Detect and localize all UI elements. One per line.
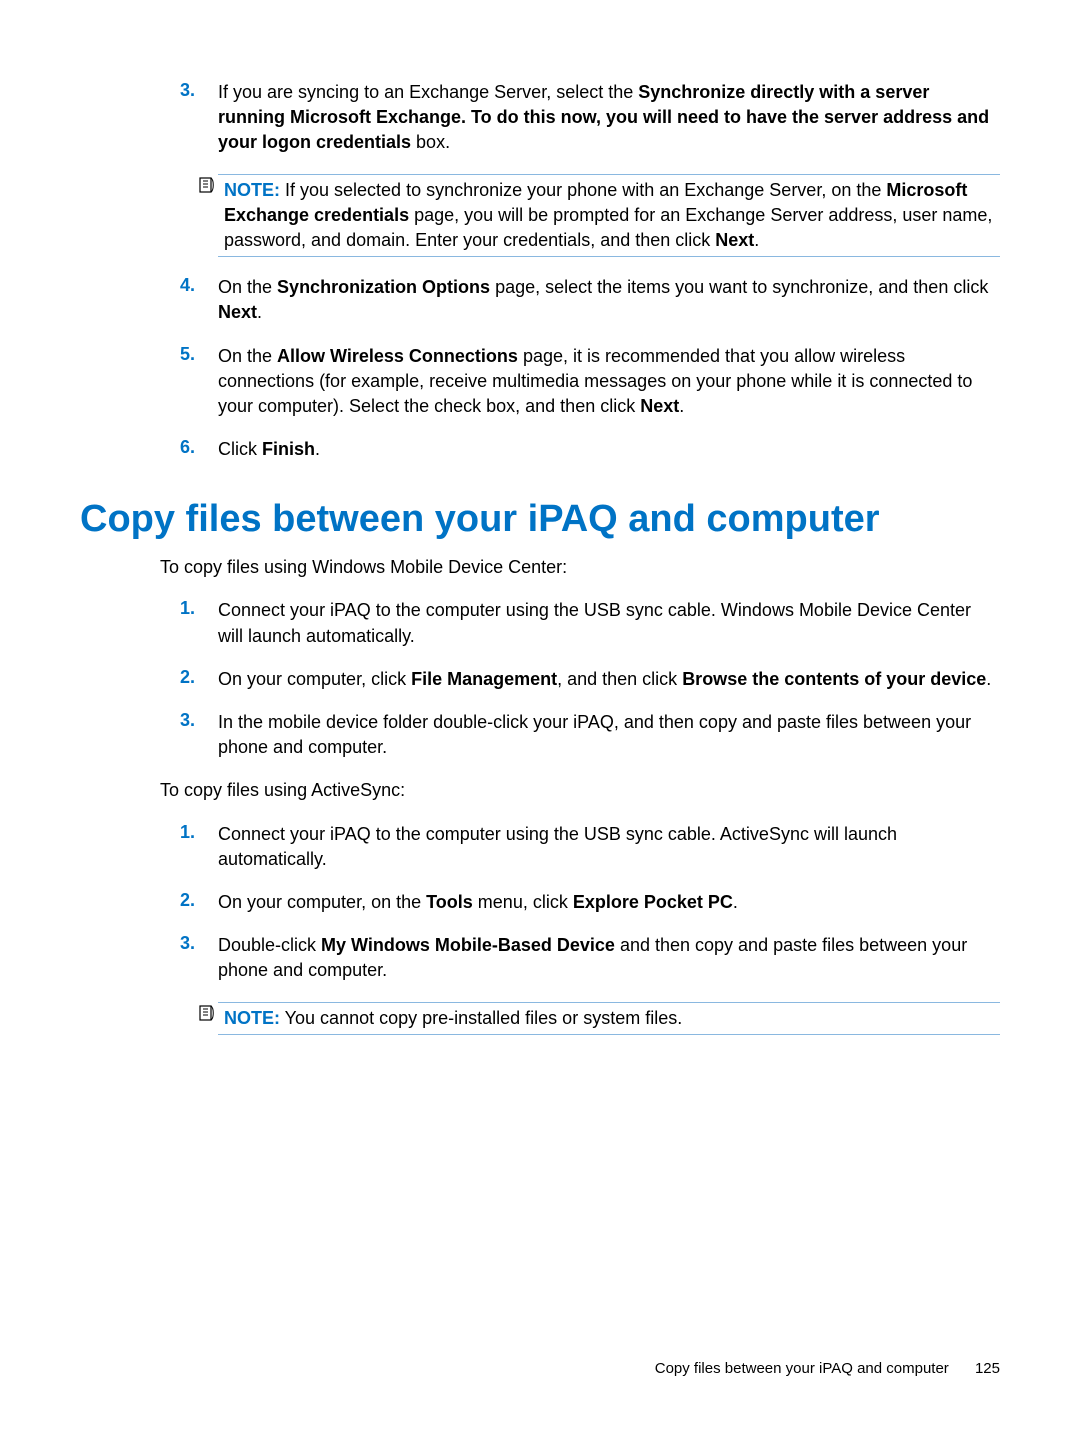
note-body: NOTE: You cannot copy pre-installed file… [218,1002,1000,1035]
footer-text: Copy files between your iPAQ and compute… [655,1360,949,1377]
list-text: Connect your iPAQ to the computer using … [218,598,1000,648]
step-a-3: 3. If you are syncing to an Exchange Ser… [180,80,1000,156]
step-a-6: 6. Click Finish. [180,437,1000,462]
list-text: On the Synchronization Options page, sel… [218,275,1000,325]
section-heading: Copy files between your iPAQ and compute… [80,498,1000,541]
note-icon [198,174,218,258]
list-text: Click Finish. [218,437,320,462]
list-number: 4. [180,275,218,325]
list-text: In the mobile device folder double-click… [218,710,1000,760]
page-footer: Copy files between your iPAQ and compute… [655,1360,1000,1377]
note-icon [198,1002,218,1035]
step-b-1: 1. Connect your iPAQ to the computer usi… [180,598,1000,648]
list-number: 2. [180,667,218,692]
step-b-2: 2. On your computer, click File Manageme… [180,667,1000,692]
list-text: On your computer, click File Management,… [218,667,991,692]
list-number: 3. [180,933,218,983]
list-number: 3. [180,80,218,156]
step-c-1: 1. Connect your iPAQ to the computer usi… [180,822,1000,872]
step-a-5: 5. On the Allow Wireless Connections pag… [180,344,1000,420]
list-number: 5. [180,344,218,420]
list-text: Double-click My Windows Mobile-Based Dev… [218,933,1000,983]
step-c-2: 2. On your computer, on the Tools menu, … [180,890,1000,915]
list-text: On your computer, on the Tools menu, cli… [218,890,738,915]
list-text: If you are syncing to an Exchange Server… [218,80,1000,156]
list-number: 1. [180,598,218,648]
list-number: 6. [180,437,218,462]
note-c: NOTE: You cannot copy pre-installed file… [198,1002,1000,1035]
list-number: 1. [180,822,218,872]
step-c-3: 3. Double-click My Windows Mobile-Based … [180,933,1000,983]
list-text: On the Allow Wireless Connections page, … [218,344,1000,420]
intro-text-2: To copy files using ActiveSync: [160,778,1000,803]
step-b-3: 3. In the mobile device folder double-cl… [180,710,1000,760]
note-a-3: NOTE: If you selected to synchronize you… [198,174,1000,258]
page-number: 125 [975,1360,1000,1377]
list-text: Connect your iPAQ to the computer using … [218,822,1000,872]
step-a-4: 4. On the Synchronization Options page, … [180,275,1000,325]
list-number: 2. [180,890,218,915]
intro-text-1: To copy files using Windows Mobile Devic… [160,555,1000,580]
list-number: 3. [180,710,218,760]
note-body: NOTE: If you selected to synchronize you… [218,174,1000,258]
